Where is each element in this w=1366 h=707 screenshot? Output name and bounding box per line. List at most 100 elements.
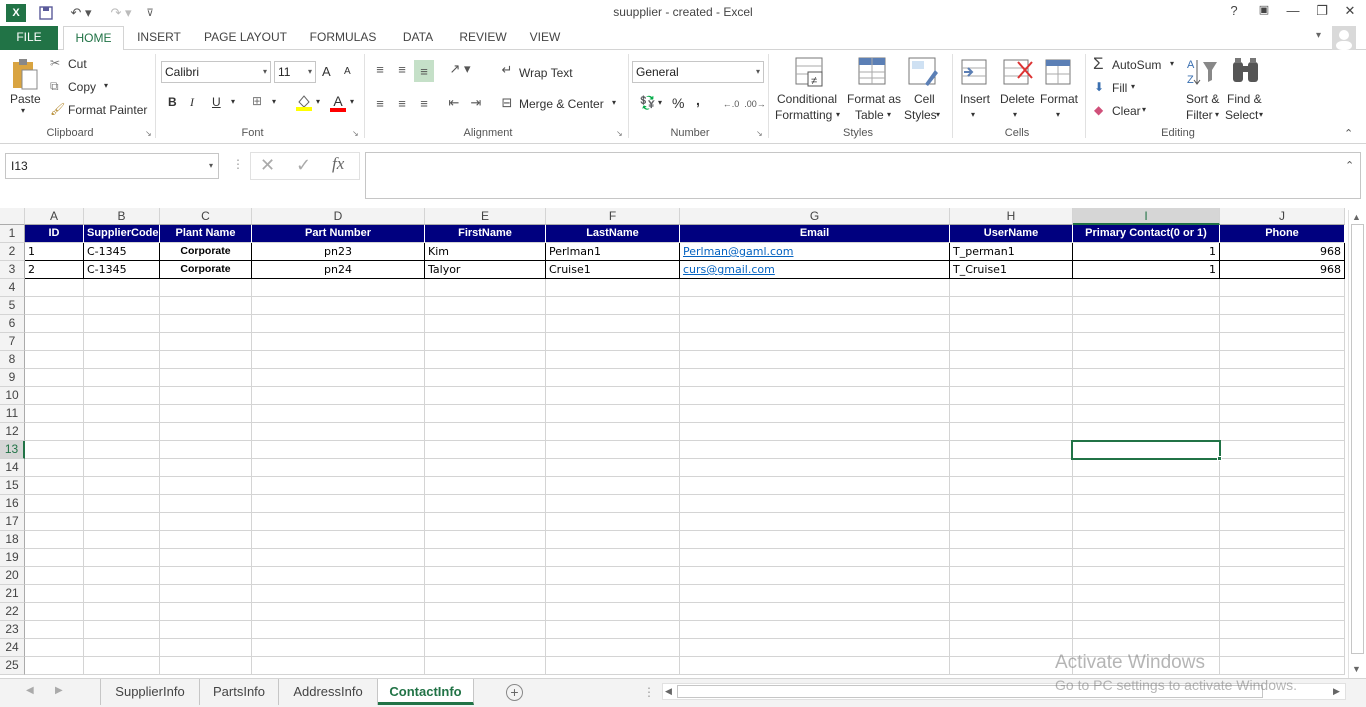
sheet-tab-partsinfo[interactable]: PartsInfo bbox=[200, 679, 279, 705]
cell-h16[interactable] bbox=[950, 495, 1073, 513]
sheet-tab-addressinfo[interactable]: AddressInfo bbox=[279, 679, 378, 705]
insert-cells-button[interactable]: Insert bbox=[960, 92, 990, 106]
name-box[interactable]: I13 ▾ bbox=[5, 153, 219, 179]
fill-color-icon[interactable] bbox=[295, 93, 313, 111]
cell-j21[interactable] bbox=[1220, 585, 1345, 603]
cell-c21[interactable] bbox=[160, 585, 252, 603]
cell-a4[interactable] bbox=[25, 279, 84, 297]
cell-f4[interactable] bbox=[546, 279, 680, 297]
cell-j24[interactable] bbox=[1220, 639, 1345, 657]
cell-j6[interactable] bbox=[1220, 315, 1345, 333]
cell-i2[interactable]: 1 bbox=[1073, 243, 1220, 261]
row-header-15[interactable]: 15 bbox=[0, 477, 25, 495]
column-header-g[interactable]: G bbox=[680, 208, 950, 225]
increase-decimal-icon[interactable]: ←.0 bbox=[720, 95, 742, 113]
column-header-j[interactable]: J bbox=[1220, 208, 1345, 225]
cell-c24[interactable] bbox=[160, 639, 252, 657]
wrap-text-button[interactable]: Wrap Text bbox=[519, 66, 573, 80]
cell-d19[interactable] bbox=[252, 549, 425, 567]
cell-j19[interactable] bbox=[1220, 549, 1345, 567]
cell-f10[interactable] bbox=[546, 387, 680, 405]
underline-dropdown-icon[interactable]: ▾ bbox=[231, 97, 235, 106]
hscroll-right-icon[interactable]: ▶ bbox=[1333, 686, 1340, 697]
cell-d8[interactable] bbox=[252, 351, 425, 369]
format-cells-button[interactable]: Format bbox=[1040, 92, 1078, 106]
fill-dropdown-icon[interactable]: ▾ bbox=[1131, 82, 1135, 91]
row-header-13[interactable]: 13 bbox=[0, 441, 25, 459]
column-header-a[interactable]: A bbox=[25, 208, 84, 225]
cell-a3[interactable]: 2 bbox=[25, 261, 84, 279]
cell-e16[interactable] bbox=[425, 495, 546, 513]
clipboard-launcher-icon[interactable]: ↘ bbox=[145, 129, 152, 138]
cell-d23[interactable] bbox=[252, 621, 425, 639]
increase-indent-icon[interactable]: ⇥ bbox=[467, 94, 485, 112]
new-sheet-icon[interactable]: + bbox=[506, 684, 523, 701]
paste-button[interactable]: Paste bbox=[10, 92, 41, 106]
cell-e23[interactable] bbox=[425, 621, 546, 639]
find-select-button[interactable]: Find & bbox=[1227, 92, 1262, 106]
align-top-icon[interactable]: ≡ bbox=[371, 60, 389, 78]
cell-b16[interactable] bbox=[84, 495, 160, 513]
cell-f23[interactable] bbox=[546, 621, 680, 639]
cell-c9[interactable] bbox=[160, 369, 252, 387]
sort-filter-button[interactable]: Sort & bbox=[1186, 92, 1219, 106]
cell-j13[interactable] bbox=[1220, 441, 1345, 459]
cell-h12[interactable] bbox=[950, 423, 1073, 441]
column-header-e[interactable]: E bbox=[425, 208, 546, 225]
cell-c20[interactable] bbox=[160, 567, 252, 585]
fill-handle[interactable] bbox=[1217, 456, 1222, 461]
cell-e7[interactable] bbox=[425, 333, 546, 351]
alignment-launcher-icon[interactable]: ↘ bbox=[616, 129, 623, 138]
clear-dropdown-icon[interactable]: ▾ bbox=[1142, 105, 1146, 114]
cell-j1[interactable]: Phone bbox=[1220, 225, 1345, 243]
conditional-formatting-button[interactable]: Conditional bbox=[777, 92, 837, 106]
column-header-c[interactable]: C bbox=[160, 208, 252, 225]
autosum-dropdown-icon[interactable]: ▾ bbox=[1170, 59, 1174, 68]
cell-f22[interactable] bbox=[546, 603, 680, 621]
cell-e1[interactable]: FirstName bbox=[425, 225, 546, 243]
cell-i7[interactable] bbox=[1073, 333, 1220, 351]
cell-a10[interactable] bbox=[25, 387, 84, 405]
hscroll-left-icon[interactable]: ◀ bbox=[665, 686, 672, 697]
cell-f13[interactable] bbox=[546, 441, 680, 459]
cell-j25[interactable] bbox=[1220, 657, 1345, 675]
cell-g22[interactable] bbox=[680, 603, 950, 621]
cell-a22[interactable] bbox=[25, 603, 84, 621]
shrink-font-button[interactable]: A bbox=[344, 66, 351, 77]
cell-h13[interactable] bbox=[950, 441, 1073, 459]
cell-j22[interactable] bbox=[1220, 603, 1345, 621]
cell-j14[interactable] bbox=[1220, 459, 1345, 477]
cell-f5[interactable] bbox=[546, 297, 680, 315]
email-link[interactable]: curs@gmail.com bbox=[683, 263, 775, 276]
cell-c13[interactable] bbox=[160, 441, 252, 459]
tab-data[interactable]: DATA bbox=[393, 26, 443, 50]
cell-b14[interactable] bbox=[84, 459, 160, 477]
cell-c16[interactable] bbox=[160, 495, 252, 513]
cell-d1[interactable]: Part Number bbox=[252, 225, 425, 243]
align-bottom-icon[interactable]: ≡ bbox=[414, 60, 434, 82]
cell-d16[interactable] bbox=[252, 495, 425, 513]
cell-c15[interactable] bbox=[160, 477, 252, 495]
cell-b8[interactable] bbox=[84, 351, 160, 369]
copy-button[interactable]: Copy bbox=[68, 80, 96, 94]
cell-e6[interactable] bbox=[425, 315, 546, 333]
tab-page-layout[interactable]: PAGE LAYOUT bbox=[198, 26, 293, 50]
cell-a20[interactable] bbox=[25, 567, 84, 585]
cell-g4[interactable] bbox=[680, 279, 950, 297]
row-header-4[interactable]: 4 bbox=[0, 279, 25, 297]
row-header-8[interactable]: 8 bbox=[0, 351, 25, 369]
cell-i20[interactable] bbox=[1073, 567, 1220, 585]
delete-cells-dropdown-icon[interactable]: ▾ bbox=[1013, 110, 1017, 119]
cell-j12[interactable] bbox=[1220, 423, 1345, 441]
cell-f24[interactable] bbox=[546, 639, 680, 657]
bold-button[interactable]: B bbox=[168, 95, 177, 109]
cell-f25[interactable] bbox=[546, 657, 680, 675]
account-dropdown-icon[interactable]: ▾ bbox=[1316, 30, 1321, 41]
merge-center-button[interactable]: Merge & Center bbox=[519, 97, 604, 111]
sheet-tab-supplierinfo[interactable]: SupplierInfo bbox=[101, 679, 200, 705]
row-header-20[interactable]: 20 bbox=[0, 567, 25, 585]
cell-h15[interactable] bbox=[950, 477, 1073, 495]
row-header-12[interactable]: 12 bbox=[0, 423, 25, 441]
cell-b19[interactable] bbox=[84, 549, 160, 567]
cell-f15[interactable] bbox=[546, 477, 680, 495]
